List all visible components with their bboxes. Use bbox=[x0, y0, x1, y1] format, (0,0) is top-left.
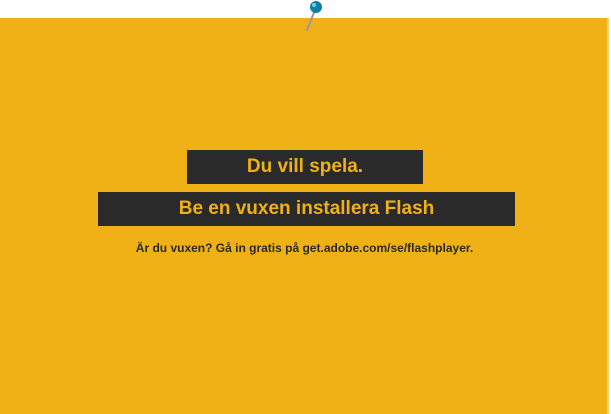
install-flash-banner: Be en vuxen installera Flash bbox=[98, 192, 515, 226]
adult-instructions-text: Är du vuxen? Gå in gratis på get.adobe.c… bbox=[135, 241, 474, 255]
page: Du vill spela. Be en vuxen installera Fl… bbox=[0, 0, 611, 414]
push-pin-icon bbox=[306, 1, 322, 31]
headline-banner: Du vill spela. bbox=[187, 150, 423, 184]
